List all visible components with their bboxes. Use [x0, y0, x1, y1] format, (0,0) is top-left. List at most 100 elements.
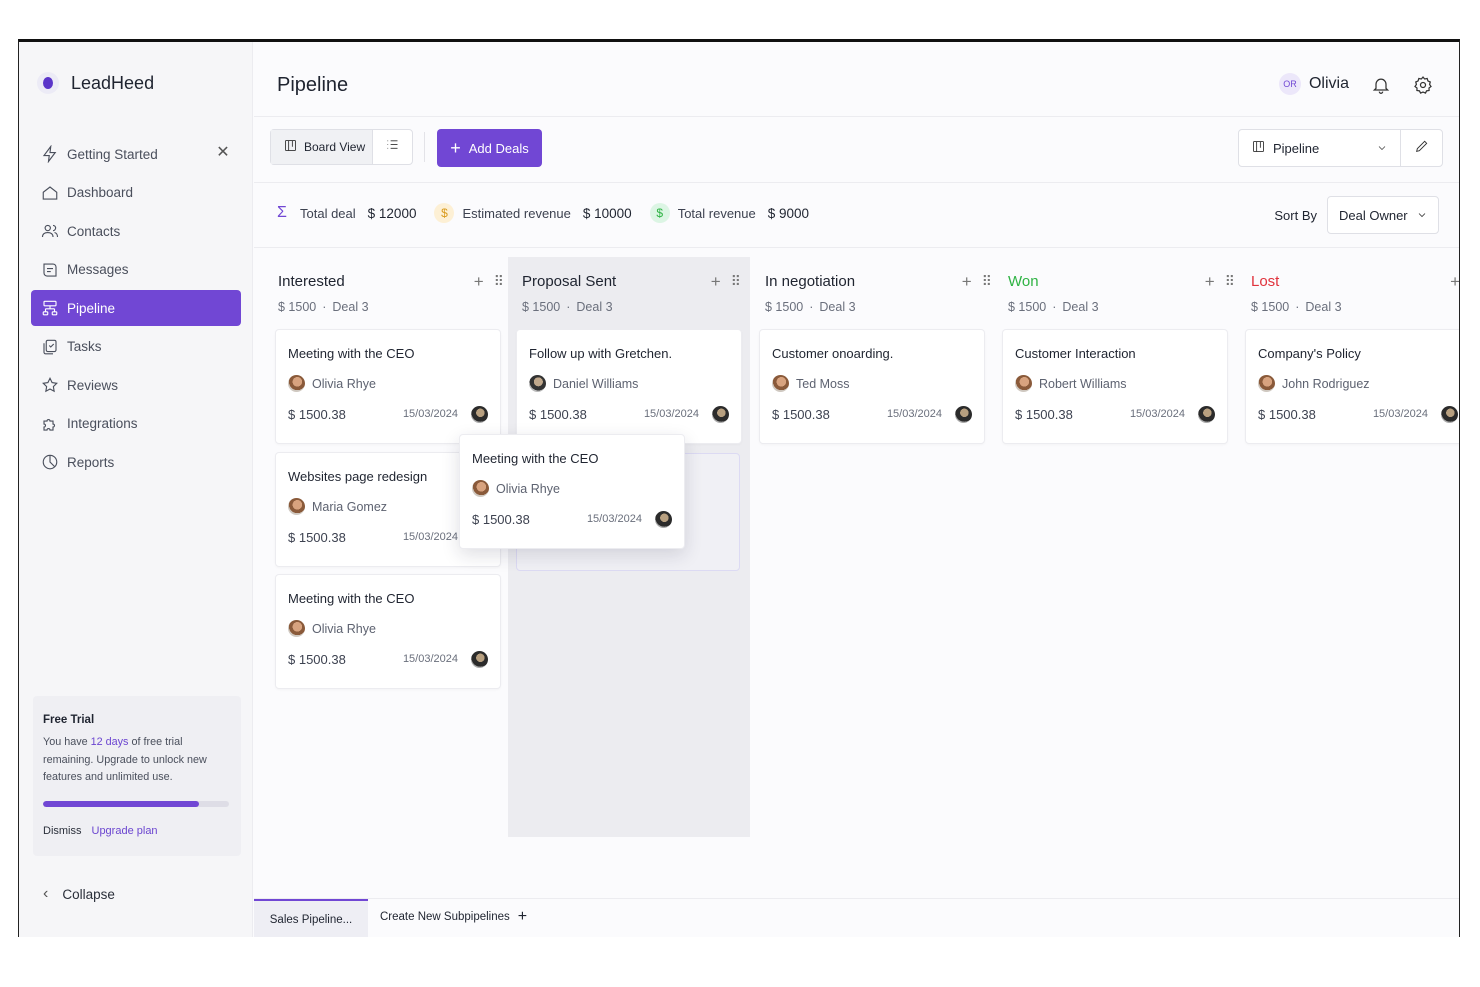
brand-logo-icon — [37, 72, 59, 94]
pipeline-column-interested: Interested $ 1500 · Deal 3 + ⠿ Meeting with… — [271, 257, 513, 689]
sidebar-item-label: Dashboard — [67, 185, 134, 200]
deal-amount: $ 1500.38 — [472, 512, 530, 527]
avatar — [472, 480, 489, 497]
sidebar-item-integrations[interactable]: Integrations — [31, 406, 241, 442]
deal-card[interactable]: Follow up with Gretchen. Daniel Williams… — [516, 329, 742, 444]
dismiss-button[interactable]: Dismiss — [43, 825, 82, 837]
brand[interactable]: LeadHeed — [37, 72, 154, 94]
chart-pie-icon — [41, 453, 59, 471]
drag-handle-icon[interactable]: ⠿ — [494, 272, 504, 292]
star-icon — [41, 376, 59, 394]
sidebar-item-reviews[interactable]: Reviews — [31, 367, 241, 403]
free-trial-panel: Free Trial You have 12 days of free tria… — [33, 696, 241, 856]
add-card-icon[interactable]: + — [1205, 272, 1215, 292]
deal-date: 15/03/2024 — [402, 531, 458, 543]
list-view-button[interactable] — [373, 130, 412, 164]
deal-card[interactable]: Meeting with the CEO Olivia Rhye $ 1500.… — [275, 574, 501, 689]
drag-handle-icon[interactable]: ⠿ — [1225, 272, 1235, 292]
deal-date: 15/03/2024 — [1372, 408, 1428, 420]
pipeline-column-won: Won $ 1500 · Deal 3 + ⠿ Customer Interactio… — [1002, 257, 1244, 444]
sidebar-item-tasks[interactable]: Tasks — [31, 329, 241, 365]
collapse-button[interactable]: ‹ Collapse — [43, 885, 115, 903]
user-menu[interactable]: OR Olivia — [1278, 73, 1349, 95]
toolbar-divider — [254, 182, 1459, 183]
sidebar-item-contacts[interactable]: Contacts — [31, 213, 241, 249]
close-icon[interactable]: ✕ — [215, 145, 231, 161]
chevron-down-icon — [1378, 146, 1386, 150]
trial-progress-fill — [43, 800, 200, 807]
owner-avatar — [655, 511, 672, 528]
sidebar-item-label: Integrations — [67, 416, 138, 431]
deal-card[interactable]: Company's Policy John Rodriguez $ 1500.3… — [1245, 329, 1459, 444]
tab-sales-pipeline[interactable]: Sales Pipeline... — [254, 899, 368, 937]
drag-handle-icon[interactable]: ⠿ — [731, 272, 741, 292]
avatar — [529, 375, 546, 392]
pipeline-select-value: Pipeline — [1273, 140, 1320, 156]
subpipeline-tabs: Sales Pipeline... Create New Subpipeline… — [254, 898, 1459, 937]
add-card-icon[interactable]: + — [1450, 272, 1459, 292]
deal-date: 15/03/2024 — [402, 408, 458, 420]
owner-avatar — [471, 406, 488, 423]
bolt-icon — [41, 145, 59, 163]
create-subpipeline-button[interactable]: Create New Subpipelines + — [380, 908, 528, 925]
chevron-left-icon: ‹ — [43, 885, 49, 902]
avatar — [288, 375, 305, 392]
deal-amount: $ 1500.38 — [288, 530, 346, 545]
bell-icon[interactable] — [1371, 75, 1391, 95]
contact-name: Olivia Rhye — [312, 621, 376, 636]
contact-name: Robert Williams — [1039, 376, 1127, 391]
sidebar-item-label: Messages — [67, 262, 129, 277]
deal-stats: Σ Total deal $ 12000 $ Estimated revenue… — [272, 203, 827, 223]
deal-title: Meeting with the CEO — [472, 451, 599, 466]
sidebar-item-getting-started[interactable]: Getting Started ✕ — [31, 136, 241, 172]
avatar — [288, 620, 305, 637]
plus-icon: + — [517, 908, 528, 925]
puzzle-icon — [41, 415, 59, 433]
add-card-icon[interactable]: + — [474, 272, 484, 292]
deal-amount: $ 1500.38 — [288, 407, 346, 422]
contact-name: Olivia Rhye — [312, 376, 376, 391]
users-icon — [41, 222, 59, 240]
stat-value: $ 10000 — [582, 205, 632, 221]
trial-title: Free Trial — [43, 714, 95, 726]
sort-dropdown[interactable]: Deal Owner — [1327, 196, 1439, 234]
dragging-deal-card[interactable]: Meeting with the CEO Olivia Rhye $ 1500.… — [459, 434, 685, 549]
gear-icon[interactable] — [1413, 75, 1433, 95]
pipeline-dropdown[interactable]: Pipeline — [1239, 130, 1401, 166]
drag-handle-icon[interactable]: ⠿ — [982, 272, 992, 292]
sidebar-item-dashboard[interactable]: Dashboard — [31, 175, 241, 211]
stat-value: $ 9000 — [767, 205, 810, 221]
sidebar-item-messages[interactable]: Messages — [31, 252, 241, 288]
add-card-icon[interactable]: + — [962, 272, 972, 292]
stat-estimated-revenue: $ Estimated revenue $ 10000 — [434, 203, 632, 223]
deal-amount: $ 1500.38 — [288, 652, 346, 667]
collapse-label: Collapse — [62, 886, 115, 902]
column-header: Proposal Sent $ 1500 · Deal 3 + ⠿ — [508, 257, 750, 327]
app-window: LeadHeed Getting Started ✕ Dashboard Con… — [18, 39, 1460, 937]
deal-title: Meeting with the CEO — [288, 346, 415, 361]
home-icon — [41, 184, 59, 202]
edit-pipeline-button[interactable] — [1401, 130, 1442, 166]
column-header: Lost $ 1500 · Deal 3 + — [1244, 257, 1459, 327]
deal-card[interactable]: Customer onoarding. Ted Moss $ 1500.38 15… — [759, 329, 985, 444]
stat-value: $ 12000 — [367, 205, 417, 221]
sidebar-item-reports[interactable]: Reports — [31, 444, 241, 480]
deal-card[interactable]: Customer Interaction Robert Williams $ 1… — [1002, 329, 1228, 444]
money-icon: $ — [649, 203, 670, 223]
sort-control: Sort By Deal Owner — [1274, 196, 1439, 234]
contact-name: Daniel Williams — [553, 376, 639, 391]
header-divider — [254, 116, 1459, 117]
add-card-icon[interactable]: + — [711, 272, 721, 292]
sidebar-item-pipeline[interactable]: Pipeline — [31, 290, 241, 326]
deal-amount: $ 1500.38 — [529, 407, 587, 422]
deal-title: Websites page redesign — [288, 469, 428, 484]
deal-card[interactable]: Meeting with the CEO Olivia Rhye $ 1500.… — [275, 329, 501, 444]
owner-avatar — [1441, 406, 1458, 423]
board-view-button[interactable]: Board View — [271, 130, 373, 164]
upgrade-plan-button[interactable]: Upgrade plan — [92, 825, 158, 837]
add-deals-button[interactable]: + Add Deals — [437, 129, 542, 167]
contact-name: Olivia Rhye — [496, 481, 560, 496]
sidebar-item-label: Reports — [67, 454, 115, 470]
stat-label: Estimated revenue — [462, 205, 571, 221]
sidebar-item-label: Reviews — [67, 377, 119, 393]
